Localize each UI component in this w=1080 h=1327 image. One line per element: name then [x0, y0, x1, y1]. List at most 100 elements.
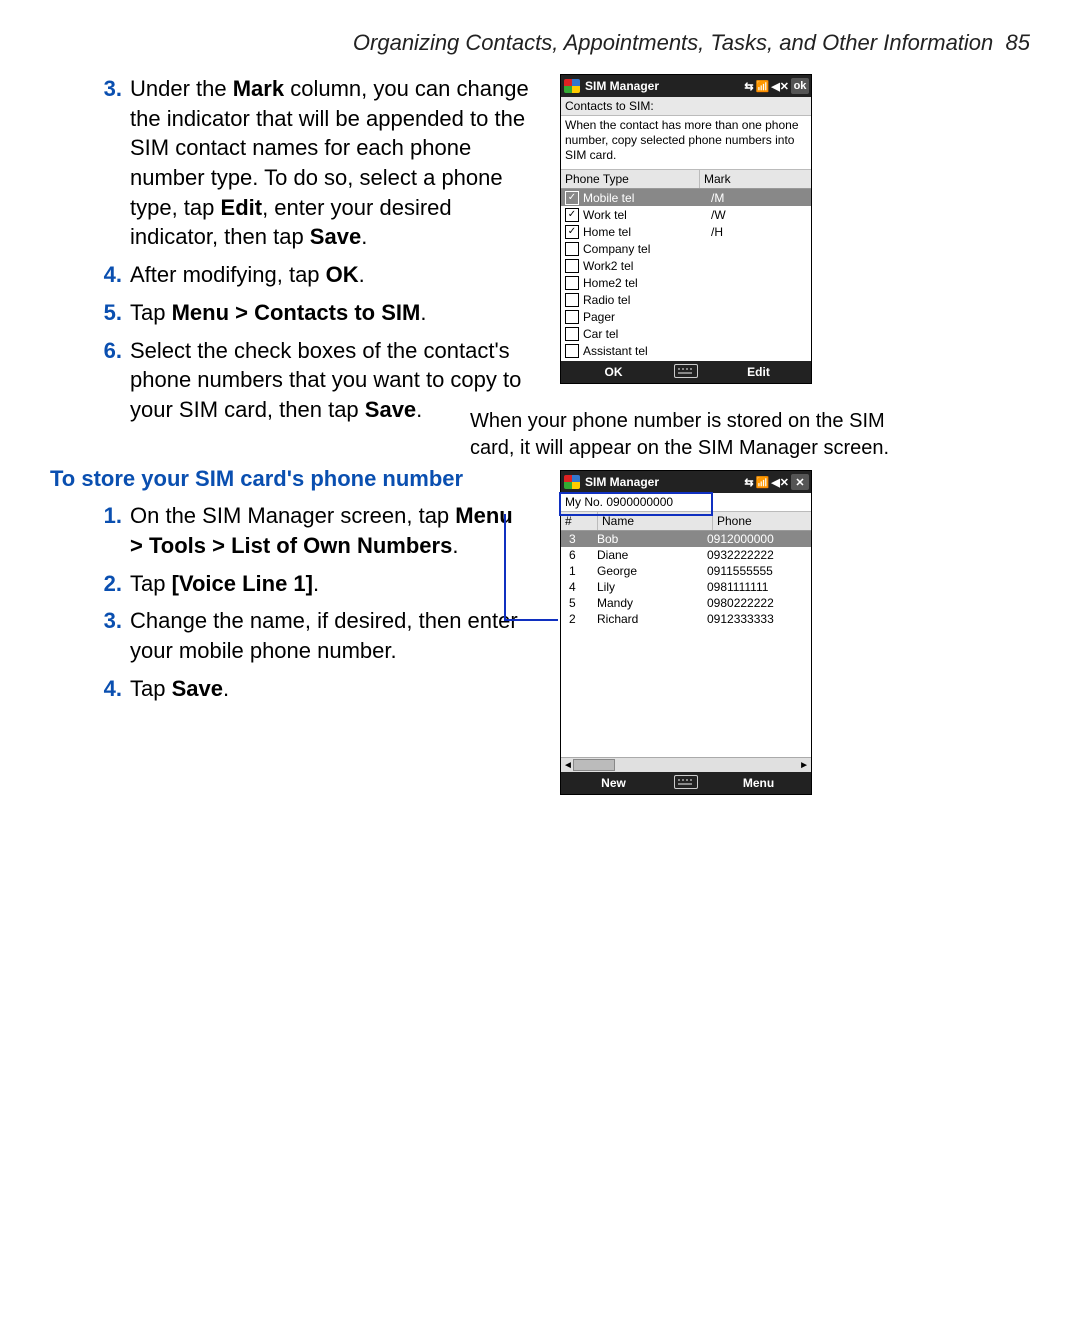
right-column: SIM Manager ⇆ 📶 ◀✕ ok Contacts to SIM: W…	[550, 74, 890, 795]
device1-status-icons: ⇆ 📶 ◀✕ ok	[744, 78, 809, 94]
menu-softkey[interactable]: Menu	[706, 776, 811, 790]
device1-table-header: Phone Type Mark	[561, 170, 811, 189]
checkbox[interactable]	[565, 259, 579, 273]
checkbox[interactable]: ✓	[565, 225, 579, 239]
checkbox[interactable]	[565, 310, 579, 324]
new-softkey[interactable]: New	[561, 776, 666, 790]
name-cell: Richard	[597, 612, 707, 626]
phone-type-cell: Home2 tel	[583, 276, 711, 290]
col-phone[interactable]: Phone	[713, 512, 811, 530]
col-name[interactable]: Name	[598, 512, 713, 530]
table-row[interactable]: ✓ Mobile tel/M	[561, 189, 811, 206]
device1-bottom-bar: OK Edit	[561, 361, 811, 383]
device-screenshot-2: SIM Manager ⇆ 📶 ◀✕ ✕ My No. 0900000000 #…	[560, 470, 812, 795]
checkbox[interactable]	[565, 327, 579, 341]
checkbox[interactable]	[565, 293, 579, 307]
table-row[interactable]: Pager	[561, 308, 811, 325]
table-row[interactable]: 5Mandy0980222222	[561, 595, 811, 611]
list-item: 3.Under the Mark column, you can change …	[90, 74, 530, 252]
step-number: 4.	[90, 674, 122, 704]
checkbox[interactable]	[565, 242, 579, 256]
table-row[interactable]: 3Bob0912000000	[561, 531, 811, 547]
table-row[interactable]: 1George0911555555	[561, 563, 811, 579]
table-row[interactable]: 2Richard0912333333	[561, 611, 811, 627]
device2-title: SIM Manager	[585, 475, 740, 489]
table-row[interactable]: Assistant tel	[561, 342, 811, 359]
my-number-bar: My No. 0900000000	[561, 493, 811, 512]
phone-type-cell: Work2 tel	[583, 259, 711, 273]
start-icon[interactable]	[563, 78, 581, 94]
step-number: 4.	[90, 260, 122, 290]
mark-cell: /M	[711, 191, 807, 205]
col-mark[interactable]: Mark	[700, 170, 811, 188]
list-item: 2.Tap [Voice Line 1].	[90, 569, 530, 599]
keyboard-icon[interactable]	[666, 364, 706, 381]
scroll-right-icon[interactable]: ►	[799, 760, 809, 771]
table-row[interactable]: ✓Home tel/H	[561, 223, 811, 240]
sync-icon: ⇆	[744, 474, 753, 490]
signal-icon: 📶	[756, 78, 770, 94]
mark-cell: /W	[711, 208, 807, 222]
device1-table-body: ✓ Mobile tel/M✓Work tel/W✓Home tel/HCompa…	[561, 189, 811, 361]
table-row[interactable]: 4Lily0981111111	[561, 579, 811, 595]
signal-icon: 📶	[756, 474, 770, 490]
device1-subtitle: Contacts to SIM:	[561, 97, 811, 116]
checkbox[interactable]	[565, 276, 579, 290]
table-row[interactable]: Home2 tel	[561, 274, 811, 291]
device2-status-icons: ⇆ 📶 ◀✕ ✕	[744, 474, 809, 490]
table-row[interactable]: ✓Work tel/W	[561, 206, 811, 223]
step-text: Tap [Voice Line 1].	[130, 571, 319, 596]
list-item: 4.Tap Save.	[90, 674, 530, 704]
col-phone-type[interactable]: Phone Type	[561, 170, 700, 188]
name-cell: Bob	[597, 532, 707, 546]
phone-type-cell: Radio tel	[583, 293, 711, 307]
checkbox[interactable]: ✓	[565, 191, 579, 205]
step-text: Tap Menu > Contacts to SIM.	[130, 300, 426, 325]
device2-scrollbar[interactable]: ◄ ►	[561, 757, 811, 772]
device2-titlebar: SIM Manager ⇆ 📶 ◀✕ ✕	[561, 471, 811, 493]
device-screenshot-1: SIM Manager ⇆ 📶 ◀✕ ok Contacts to SIM: W…	[560, 74, 812, 384]
checkbox[interactable]	[565, 344, 579, 358]
columns: 3.Under the Mark column, you can change …	[50, 74, 1030, 795]
ok-button[interactable]: ok	[791, 78, 809, 94]
checkbox[interactable]: ✓	[565, 208, 579, 222]
index-cell: 3	[565, 532, 597, 546]
close-button[interactable]: ✕	[791, 474, 809, 490]
ok-softkey[interactable]: OK	[561, 365, 666, 379]
header-title: Organizing Contacts, Appointments, Tasks…	[353, 30, 993, 55]
device2-table-header: # Name Phone	[561, 512, 811, 531]
table-row[interactable]: Car tel	[561, 325, 811, 342]
phone-type-cell: Mobile tel	[583, 191, 711, 205]
col-index[interactable]: #	[561, 512, 598, 530]
start-icon[interactable]	[563, 474, 581, 490]
right-caption: When your phone number is stored on the …	[470, 408, 890, 462]
index-cell: 4	[565, 580, 597, 594]
phone-cell: 0981111111	[707, 580, 807, 594]
name-cell: Lily	[597, 580, 707, 594]
device1-body: Contacts to SIM: When the contact has mo…	[561, 97, 811, 361]
keyboard-icon[interactable]	[666, 775, 706, 792]
list-item: 5.Tap Menu > Contacts to SIM.	[90, 298, 530, 328]
sync-icon: ⇆	[744, 78, 753, 94]
phone-cell: 0912000000	[707, 532, 807, 546]
scroll-left-icon[interactable]: ◄	[563, 760, 573, 771]
speaker-icon: ◀✕	[771, 474, 789, 490]
step-number: 1.	[90, 501, 122, 531]
table-row[interactable]: Radio tel	[561, 291, 811, 308]
speaker-icon: ◀✕	[771, 78, 789, 94]
list-item: 6.Select the check boxes of the contact'…	[90, 336, 530, 425]
phone-type-cell: Car tel	[583, 327, 711, 341]
table-row[interactable]: Company tel	[561, 240, 811, 257]
phone-cell: 0911555555	[707, 564, 807, 578]
step-number: 3.	[90, 606, 122, 636]
device1-info-text: When the contact has more than one phone…	[561, 116, 811, 170]
table-row[interactable]: 6Diane0932222222	[561, 547, 811, 563]
index-cell: 6	[565, 548, 597, 562]
edit-softkey[interactable]: Edit	[706, 365, 811, 379]
index-cell: 2	[565, 612, 597, 626]
list-item: 1.On the SIM Manager screen, tap Menu > …	[90, 501, 530, 560]
table-row[interactable]: Work2 tel	[561, 257, 811, 274]
scroll-thumb[interactable]	[573, 759, 615, 771]
step-number: 3.	[90, 74, 122, 104]
phone-cell: 0912333333	[707, 612, 807, 626]
